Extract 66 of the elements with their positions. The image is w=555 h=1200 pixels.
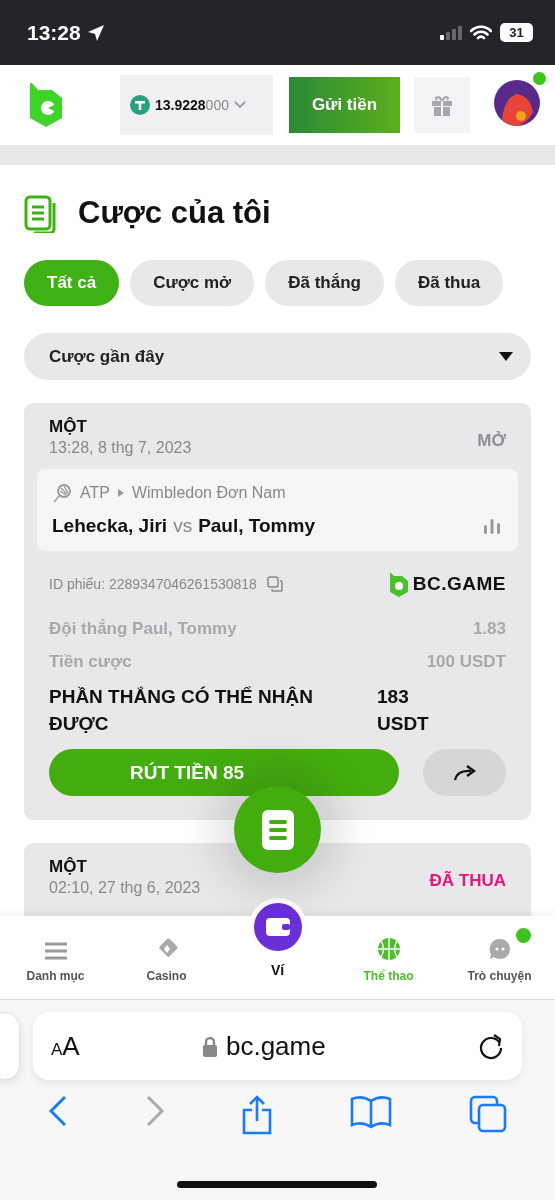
chevron-down-icon — [233, 101, 246, 109]
team-name: Paul, Tommy — [198, 515, 315, 537]
tether-icon — [130, 95, 150, 115]
tennis-racket-icon — [52, 483, 72, 503]
caret-down-icon — [499, 352, 513, 361]
forward-icon[interactable] — [144, 1095, 165, 1127]
curved-arrow-icon — [452, 764, 477, 781]
balance-amount: 13.9228 — [155, 97, 206, 113]
bar-chart-icon[interactable] — [483, 518, 501, 534]
bet-time: 13:28, 8 thg 7, 2023 — [49, 439, 192, 457]
bet-status: ĐÃ THUA — [429, 871, 506, 891]
bet-detail-value: 1.83 — [472, 619, 506, 639]
brand-name: BC.GAME — [412, 573, 506, 595]
bet-time: 02:10, 27 thg 6, 2023 — [49, 879, 201, 897]
filter-tab[interactable]: Cược mở — [130, 260, 255, 306]
nav-tab[interactable]: Danh mục — [0, 916, 111, 999]
document-icon — [261, 809, 294, 850]
league-name: ATP — [80, 484, 110, 502]
url-text: bc.game — [225, 1030, 326, 1062]
bet-detail-label: Tiền cược — [49, 652, 132, 672]
clock-time: 13:28 — [27, 20, 81, 45]
payout-amount: 183 USDT — [377, 685, 430, 736]
wallet-icon — [253, 903, 302, 951]
reload-icon[interactable] — [478, 1032, 504, 1060]
chevron-right-icon — [117, 489, 124, 497]
share-icon[interactable] — [241, 1095, 274, 1135]
nav-tab[interactable]: Trò chuyện — [444, 916, 555, 999]
deposit-button[interactable]: Gửi tiền — [289, 77, 400, 133]
battery-level: 31 — [500, 23, 533, 42]
team-name: Lehecka, Jiri — [52, 515, 168, 537]
bet-type: MỘT — [49, 417, 88, 437]
filter-tab[interactable]: Đã thua — [394, 260, 504, 306]
basketball-icon — [376, 937, 401, 961]
gift-icon — [430, 93, 454, 117]
tabs-icon[interactable] — [468, 1095, 507, 1133]
page-title: Cược của tôi — [78, 195, 271, 231]
book-icon[interactable] — [350, 1095, 393, 1129]
avatar[interactable] — [494, 80, 540, 126]
tournament-name: Wimbledon Đơn Nam — [131, 484, 286, 502]
text-size-button[interactable]: AA — [51, 1030, 80, 1062]
back-icon[interactable] — [48, 1095, 69, 1127]
bet-type: MỘT — [49, 857, 88, 877]
filter-tab[interactable]: Đã thắng — [265, 260, 384, 306]
lock-icon — [201, 1035, 218, 1057]
balance-decimals: 000 — [205, 97, 229, 113]
gift-button[interactable] — [414, 77, 470, 133]
payout-label: PHẦN THẮNG CÓ THỂ NHẬN ĐƯỢC — [49, 685, 314, 736]
menu-icon — [44, 941, 67, 961]
wifi-icon — [470, 24, 492, 41]
bet-status: MỞ — [477, 431, 506, 451]
copy-icon[interactable] — [266, 576, 283, 592]
balance-selector[interactable]: 13.9228000 — [120, 75, 273, 135]
ticket-id: ID phiếu: 2289347046261530818 — [49, 576, 257, 592]
location-arrow-icon — [86, 23, 105, 42]
logo-icon — [28, 82, 64, 128]
share-button[interactable] — [423, 749, 506, 796]
logo-icon — [388, 571, 409, 597]
nav-tab[interactable]: Casino — [111, 916, 222, 999]
bet-detail-value: 100 USDT — [426, 652, 506, 672]
bet-detail-label: Đội thắng Paul, Tommy — [49, 619, 237, 639]
signal-icon — [440, 25, 462, 40]
sort-dropdown[interactable]: Cược gần đây — [24, 333, 531, 380]
chat-bubble-icon — [487, 937, 512, 961]
versus-label: vs — [173, 515, 193, 537]
nav-tab[interactable]: Ví — [222, 898, 333, 999]
address-bar[interactable]: AA bc.game — [33, 1012, 522, 1080]
